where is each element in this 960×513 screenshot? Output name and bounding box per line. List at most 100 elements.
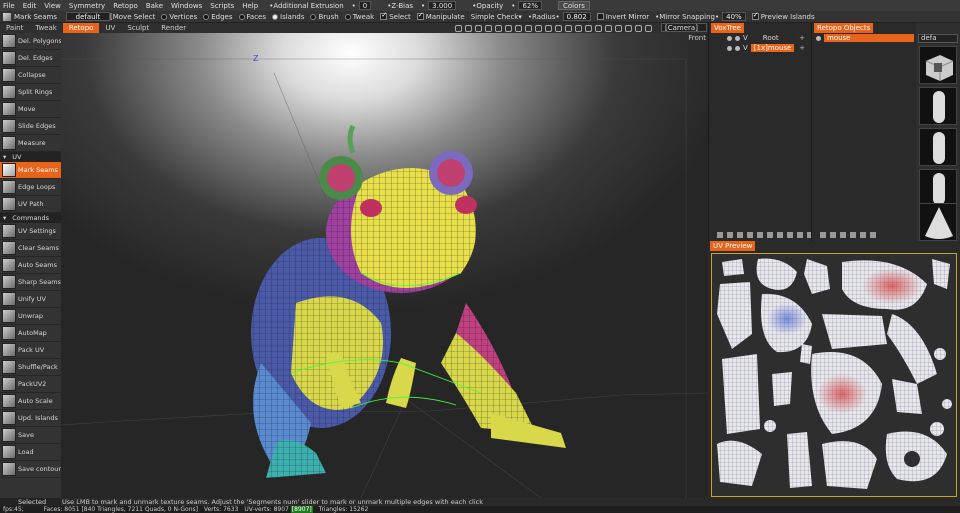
tab-sculpt[interactable]: Sculpt <box>121 23 155 33</box>
folder-icon[interactable] <box>767 232 773 238</box>
primitive-capsule-2[interactable] <box>919 128 957 166</box>
root-eye-icon[interactable] <box>727 35 732 41</box>
delete-layer-icon[interactable] <box>727 232 733 238</box>
link-icon[interactable] <box>777 232 783 238</box>
tool-slide-edges[interactable]: Slide Edges <box>0 118 61 135</box>
light-icon[interactable] <box>475 24 482 32</box>
section-uv[interactable]: ▾ UV <box>0 152 61 162</box>
tool-pack-uv[interactable]: Pack UV <box>0 342 61 359</box>
tool-collapse[interactable]: Collapse <box>0 67 61 84</box>
brush-radio[interactable]: Brush <box>310 13 339 21</box>
menu-file[interactable]: File <box>3 2 15 10</box>
move-select-mode[interactable]: [Move Select <box>110 13 155 21</box>
retopo-delete-icon[interactable] <box>830 232 836 238</box>
tool-packuv2[interactable]: PackUV2 <box>0 376 61 393</box>
section-commands[interactable]: ▾ Commands <box>0 213 61 223</box>
no-icon[interactable] <box>555 24 562 32</box>
redo-icon[interactable] <box>585 24 592 32</box>
faces-radio[interactable]: Faces <box>238 13 266 21</box>
tool-shuffle-pack[interactable]: Shuffle/Pack <box>0 359 61 376</box>
vertices-radio[interactable]: Vertices <box>161 13 197 21</box>
retopo-lock-icon[interactable] <box>860 232 866 238</box>
retopo-object-row[interactable]: mouse <box>812 33 916 43</box>
options-icon[interactable] <box>797 232 803 238</box>
menu-edit[interactable]: Edit <box>23 2 37 10</box>
new-layer-icon[interactable] <box>717 232 723 238</box>
retopo-merge-icon[interactable] <box>850 232 856 238</box>
tool-edge-loops[interactable]: Edge Loops <box>0 179 61 196</box>
primitive-capsule-3[interactable] <box>919 169 957 207</box>
symmetry-icon[interactable] <box>495 24 502 32</box>
menu-retopo[interactable]: Retopo <box>113 2 138 10</box>
tab-uv[interactable]: UV <box>99 23 121 33</box>
shading-icon[interactable] <box>455 24 462 32</box>
opacity-field[interactable]: 62% <box>518 1 542 10</box>
retopo-eye-icon[interactable] <box>816 35 821 41</box>
invert-mirror-checkbox[interactable]: Invert Mirror <box>596 13 649 21</box>
tool-auto-seams[interactable]: Auto Seams <box>0 257 61 274</box>
tweak-radio[interactable]: Tweak <box>344 13 374 21</box>
primitive-cone[interactable] <box>919 203 957 241</box>
manipulate-checkbox[interactable]: Manipulate <box>416 11 465 21</box>
retopo-options-icon[interactable] <box>870 232 876 238</box>
tab-retopo[interactable]: Retopo <box>62 23 100 33</box>
undo-icon[interactable] <box>575 24 582 32</box>
move-icon[interactable] <box>515 24 522 32</box>
menu-bake[interactable]: Bake <box>146 2 163 10</box>
render-icon[interactable] <box>645 24 652 32</box>
zbias-field[interactable]: 3.000 <box>428 1 457 10</box>
tab-tweak[interactable]: Tweak <box>29 23 63 33</box>
menu-symmetry[interactable]: Symmetry <box>69 2 105 10</box>
mouse-model[interactable] <box>61 33 708 498</box>
pan-icon[interactable] <box>545 24 552 32</box>
menu-view[interactable]: View <box>44 2 61 10</box>
tool-auto-scale[interactable]: Auto Scale <box>0 393 61 410</box>
radius-field[interactable]: 0.802 <box>562 12 591 21</box>
primitive-capsule-1[interactable] <box>919 87 957 125</box>
edges-radio[interactable]: Edges <box>203 13 233 21</box>
tab-paint[interactable]: Paint <box>0 23 29 33</box>
wire-icon[interactable] <box>485 24 492 32</box>
lock-icon[interactable] <box>625 24 632 32</box>
tab-render[interactable]: Render <box>155 23 192 33</box>
primitives-dropdown[interactable]: defa <box>918 34 958 43</box>
select-checkbox[interactable]: Select <box>380 11 411 21</box>
tool-uv-path[interactable]: UV Path <box>0 196 61 213</box>
uv-preview-canvas[interactable] <box>711 253 957 497</box>
pen-icon[interactable] <box>595 24 602 32</box>
tool-mark-seams[interactable]: Mark Seams <box>0 162 61 179</box>
retopo-new-icon[interactable] <box>820 232 826 238</box>
sort-icon[interactable] <box>787 232 793 238</box>
voxtree-object-row[interactable]: V [1x]mouse + <box>709 43 811 53</box>
mirror-snapping-field[interactable]: 40% <box>722 12 746 21</box>
tool-save-contour[interactable]: Save contour <box>0 461 61 478</box>
simple-check-dropdown[interactable]: Simple Check ▾ <box>471 13 522 21</box>
root-add-icon[interactable]: + <box>799 34 805 42</box>
zbias[interactable]: • Z-Bias • 3.000 <box>387 1 464 10</box>
merge-icon[interactable] <box>757 232 763 238</box>
tool-load[interactable]: Load <box>0 444 61 461</box>
mirror-snapping[interactable]: • Mirror Snapping • 40% <box>655 12 746 21</box>
tool-clear-seams[interactable]: Clear Seams <box>0 240 61 257</box>
tool-measure[interactable]: Measure <box>0 135 61 152</box>
additional-extrusion-field[interactable]: 0 <box>358 1 372 10</box>
retopo-object-label[interactable]: mouse <box>824 34 914 42</box>
tool-uv-settings[interactable]: UV Settings <box>0 223 61 240</box>
root-ghost-icon[interactable] <box>735 35 740 41</box>
grid-icon[interactable] <box>465 24 472 32</box>
tool-unify-uv[interactable]: Unify UV <box>0 291 61 308</box>
tool-unwrap[interactable]: Unwrap <box>0 308 61 325</box>
settings-icon[interactable] <box>635 24 642 32</box>
preset-dropdown[interactable]: default <box>66 12 110 21</box>
sphere-icon[interactable] <box>747 232 753 238</box>
selected-section[interactable]: Selected <box>0 498 61 506</box>
hide-icon[interactable] <box>505 24 512 32</box>
tool-sharp-seams[interactable]: Sharp Seams <box>0 274 61 291</box>
additional-extrusion[interactable]: • Additional Extrusion • 0 <box>269 1 379 10</box>
primitive-box[interactable] <box>919 46 957 84</box>
menu-windows[interactable]: Windows <box>171 2 202 10</box>
screenshot-icon[interactable] <box>615 24 622 32</box>
camera-icon[interactable] <box>605 24 612 32</box>
colors-button[interactable]: Colors <box>558 1 590 10</box>
tool-split-rings[interactable]: Split Rings <box>0 84 61 101</box>
